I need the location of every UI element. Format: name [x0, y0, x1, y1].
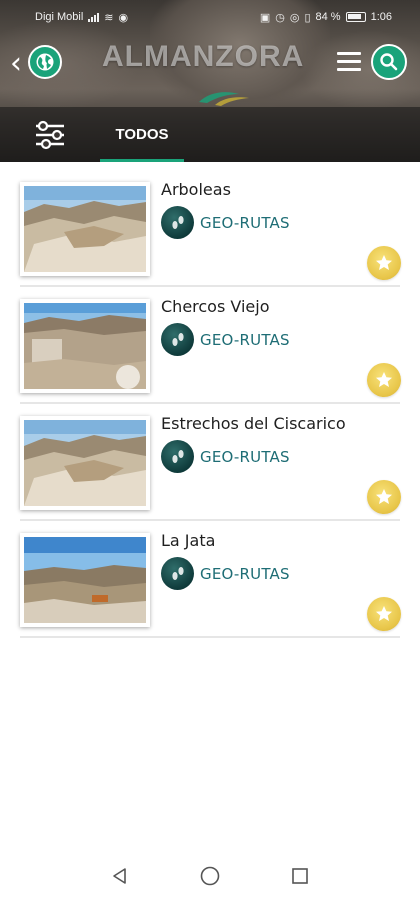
circle-home-icon — [200, 866, 220, 886]
list-item[interactable]: Estrechos del Ciscarico GEO-RUTAS — [0, 404, 420, 521]
app-bar: ‹ ALMANZORA — [0, 36, 420, 92]
status-bar: Digi Mobil ≋ ◉ ▣ ◷ ◎ ▯ 84 % 1:06 — [0, 0, 420, 34]
location-icon: ◎ — [289, 11, 300, 24]
route-category: GEO-RUTAS — [161, 440, 290, 473]
tab-todos[interactable]: TODOS — [100, 107, 184, 162]
alarm-icon: ◷ — [275, 11, 285, 24]
favorite-button[interactable] — [367, 246, 401, 280]
square-recents-icon — [292, 868, 308, 884]
nfc-icon: ▣ — [259, 11, 271, 24]
route-title: Chercos Viejo — [161, 297, 270, 316]
route-category: GEO-RUTAS — [161, 557, 290, 590]
carrier-label: Digi Mobil — [35, 11, 84, 23]
header: Digi Mobil ≋ ◉ ▣ ◷ ◎ ▯ 84 % 1:06 ‹ ALMAN… — [0, 0, 420, 162]
system-nav-bar — [0, 852, 420, 900]
menu-button[interactable] — [337, 52, 361, 72]
star-icon — [376, 489, 392, 504]
footprints-icon — [161, 206, 194, 239]
brand-logo-icon — [199, 92, 249, 106]
route-title: Estrechos del Ciscarico — [161, 414, 346, 433]
category-label: GEO-RUTAS — [200, 564, 290, 583]
category-label: GEO-RUTAS — [200, 213, 290, 232]
category-label: GEO-RUTAS — [200, 330, 290, 349]
landscape-photo — [24, 303, 146, 389]
filter-button[interactable] — [30, 119, 70, 151]
star-icon — [376, 606, 392, 621]
footprints-icon — [161, 440, 194, 473]
divider — [20, 636, 400, 638]
home-globe-button[interactable] — [28, 45, 62, 79]
nav-home-button[interactable] — [198, 864, 222, 888]
footprints-icon — [161, 557, 194, 590]
star-icon — [376, 372, 392, 387]
list-item[interactable]: Chercos Viejo GEO-RUTAS — [0, 287, 420, 404]
route-category: GEO-RUTAS — [161, 206, 290, 239]
list-item[interactable]: Arboleas GEO-RUTAS — [0, 170, 420, 287]
favorite-button[interactable] — [367, 480, 401, 514]
triangle-back-icon — [113, 868, 126, 884]
signal-icon — [88, 12, 100, 22]
route-title: Arboleas — [161, 180, 231, 199]
search-button[interactable] — [371, 44, 407, 80]
globe-icon — [36, 53, 54, 71]
list-item[interactable]: La Jata GEO-RUTAS — [0, 521, 420, 638]
route-thumbnail[interactable] — [20, 533, 150, 627]
sliders-icon — [36, 120, 64, 150]
landscape-photo — [24, 537, 146, 623]
landscape-photo — [24, 420, 146, 506]
route-thumbnail[interactable] — [20, 182, 150, 276]
route-title: La Jata — [161, 531, 216, 550]
tab-active-indicator — [100, 159, 184, 162]
category-label: GEO-RUTAS — [200, 447, 290, 466]
favorite-button[interactable] — [367, 363, 401, 397]
wifi-icon: ≋ — [104, 11, 114, 24]
tab-bar: TODOS — [0, 107, 420, 162]
vibrate-icon: ▯ — [304, 11, 311, 24]
route-list: Arboleas GEO-RUTAS Chercos Viejo GEO-RUT… — [0, 170, 420, 638]
search-icon — [380, 53, 398, 71]
battery-percentage: 84 % — [315, 11, 341, 23]
battery-icon — [345, 12, 366, 22]
nav-recents-button[interactable] — [288, 864, 312, 888]
nav-back-button[interactable] — [108, 864, 132, 888]
landscape-photo — [24, 186, 146, 272]
footprints-icon — [161, 323, 194, 356]
app-title: ALMANZORA — [102, 40, 305, 73]
route-thumbnail[interactable] — [20, 299, 150, 393]
clock: 1:06 — [370, 11, 392, 23]
route-thumbnail[interactable] — [20, 416, 150, 510]
hamburger-icon — [337, 52, 361, 55]
favorite-button[interactable] — [367, 597, 401, 631]
eye-icon: ◉ — [118, 11, 129, 24]
route-category: GEO-RUTAS — [161, 323, 290, 356]
star-icon — [376, 255, 392, 270]
